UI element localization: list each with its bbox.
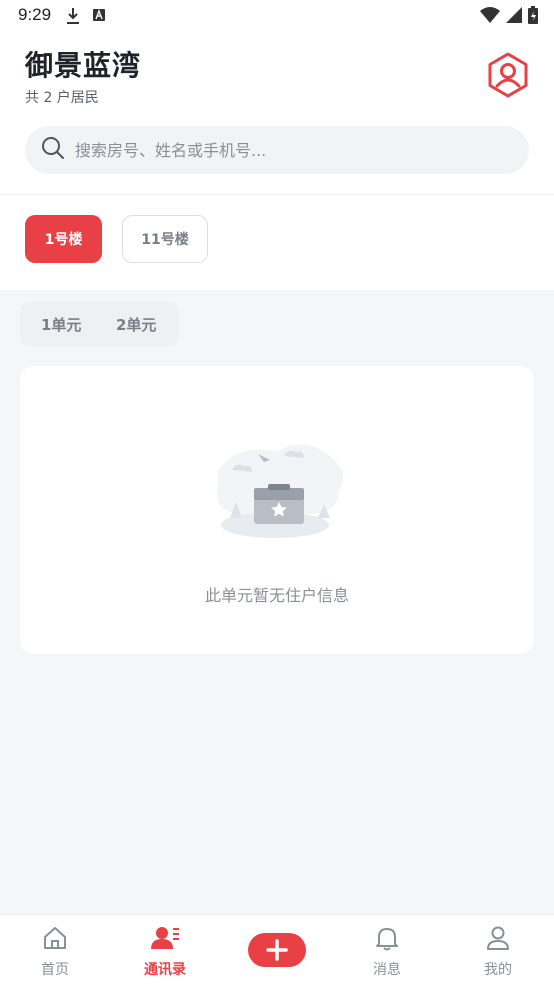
search-icon bbox=[41, 136, 65, 164]
add-button[interactable] bbox=[248, 933, 306, 967]
unit-tab-1[interactable]: 1单元 bbox=[41, 314, 81, 335]
status-bar: 9:29 bbox=[0, 0, 554, 32]
nav-home[interactable]: 首页 bbox=[0, 915, 110, 984]
nav-messages[interactable]: 消息 bbox=[332, 915, 442, 984]
contacts-icon bbox=[151, 925, 179, 955]
residents-card: 此单元暂无住户信息 bbox=[20, 366, 534, 654]
status-time: 9:29 bbox=[18, 5, 52, 24]
bell-icon bbox=[374, 925, 400, 955]
search-bar[interactable] bbox=[25, 126, 529, 174]
download-icon bbox=[66, 7, 80, 29]
nav-contacts-label: 通讯录 bbox=[144, 962, 186, 978]
nav-contacts[interactable]: 通讯录 bbox=[110, 915, 220, 984]
empty-box-illustration bbox=[210, 430, 350, 550]
profile-button[interactable] bbox=[485, 52, 531, 98]
building-tab-1[interactable]: 1号楼 bbox=[25, 215, 102, 263]
nav-profile[interactable]: 我的 bbox=[443, 915, 553, 984]
nav-profile-label: 我的 bbox=[484, 962, 512, 978]
unit-tab-2[interactable]: 2单元 bbox=[116, 314, 156, 335]
page-title: 御景蓝湾 bbox=[25, 49, 142, 82]
divider bbox=[0, 194, 554, 195]
search-input[interactable] bbox=[75, 140, 495, 160]
building-tab-11[interactable]: 11号楼 bbox=[122, 215, 208, 263]
user-hexagon-icon bbox=[488, 52, 528, 98]
nav-home-label: 首页 bbox=[41, 962, 69, 978]
user-icon bbox=[485, 925, 511, 955]
home-icon bbox=[42, 925, 68, 955]
plus-icon bbox=[266, 939, 288, 961]
wifi-icon bbox=[480, 7, 500, 27]
signal-icon bbox=[506, 7, 522, 27]
notification-a-icon bbox=[92, 7, 106, 29]
bottom-nav: 首页 通讯录 消息 我的 bbox=[0, 914, 554, 984]
unit-tabs: 1单元 2单元 bbox=[20, 302, 179, 346]
nav-messages-label: 消息 bbox=[373, 962, 401, 978]
resident-count: 共 2 户居民 bbox=[25, 90, 99, 106]
empty-state-message: 此单元暂无住户信息 bbox=[204, 586, 349, 605]
battery-icon bbox=[528, 6, 538, 28]
header-area: 9:29 御景蓝湾 共 2 户居民 搜索房号、姓名或手机号... 1号楼 11号… bbox=[0, 0, 554, 290]
